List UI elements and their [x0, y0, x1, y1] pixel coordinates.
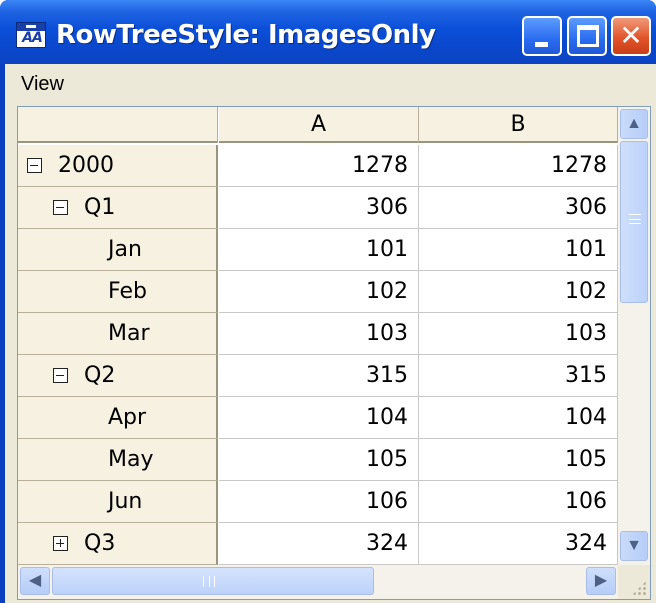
row-label: May: [108, 447, 154, 472]
window-title: RowTreeStyle: ImagesOnly: [56, 20, 436, 50]
cell-a[interactable]: 105: [219, 439, 419, 481]
horizontal-scrollbar[interactable]: ◀ ▶: [18, 565, 618, 599]
cell-b[interactable]: 306: [419, 187, 618, 229]
row-header[interactable]: Q3: [18, 523, 218, 565]
cell-b[interactable]: 106: [419, 481, 618, 523]
close-icon: ✕: [619, 19, 643, 52]
table-row[interactable]: Mar 103 103: [18, 313, 618, 355]
scroll-down-button[interactable]: ▼: [620, 531, 648, 561]
table-row[interactable]: Jun 106 106: [18, 481, 618, 523]
cell-a[interactable]: 102: [219, 271, 419, 313]
arrow-left-icon: ◀: [28, 572, 42, 589]
row-label: Jun: [108, 489, 143, 514]
flexgrid[interactable]: A B 2000 1278 1278 Q1 306 306 Jan 101 10…: [17, 106, 651, 600]
row-header[interactable]: May: [18, 439, 218, 481]
application-window: AA RowTreeStyle: ImagesOnly ✕ View A B 2: [0, 0, 656, 603]
cell-a[interactable]: 101: [219, 229, 419, 271]
table-row[interactable]: 2000 1278 1278: [18, 145, 618, 187]
row-header[interactable]: Q1: [18, 187, 218, 229]
vertical-scrollbar[interactable]: ▲ ▼: [618, 107, 650, 565]
cell-b[interactable]: 1278: [419, 145, 618, 187]
menu-view[interactable]: View: [21, 72, 64, 96]
menu-bar: View: [5, 64, 656, 104]
cell-b[interactable]: 315: [419, 355, 618, 397]
arrow-down-icon: ▼: [626, 537, 642, 554]
row-label: Jan: [108, 237, 142, 262]
minimize-icon: [535, 42, 548, 47]
app-icon[interactable]: AA: [16, 22, 46, 48]
row-label: Mar: [108, 321, 150, 346]
minus-box-icon[interactable]: [27, 158, 42, 173]
table-row[interactable]: Feb 102 102: [18, 271, 618, 313]
row-header[interactable]: Feb: [18, 271, 218, 313]
cell-b[interactable]: 103: [419, 313, 618, 355]
row-label: Apr: [108, 405, 147, 430]
row-label: Q3: [84, 531, 116, 556]
cell-a[interactable]: 103: [219, 313, 419, 355]
cell-a[interactable]: 1278: [219, 145, 419, 187]
row-label: Q2: [84, 363, 116, 388]
plus-box-icon[interactable]: [53, 536, 68, 551]
minus-box-icon[interactable]: [53, 200, 68, 215]
minus-box-icon[interactable]: [53, 368, 68, 383]
row-label: Q1: [84, 195, 116, 220]
row-header[interactable]: Apr: [18, 397, 218, 439]
cell-a[interactable]: 315: [219, 355, 419, 397]
size-grip[interactable]: [618, 565, 650, 599]
cell-b[interactable]: 101: [419, 229, 618, 271]
grid-rows: 2000 1278 1278 Q1 306 306 Jan 101 101 Fe…: [18, 145, 618, 565]
minimize-button[interactable]: [522, 16, 562, 56]
row-header[interactable]: 2000: [18, 145, 218, 187]
cell-b[interactable]: 105: [419, 439, 618, 481]
table-row[interactable]: Apr 104 104: [18, 397, 618, 439]
column-header-a[interactable]: A: [219, 107, 419, 143]
row-header[interactable]: Mar: [18, 313, 218, 355]
cell-a[interactable]: 106: [219, 481, 419, 523]
scroll-up-button[interactable]: ▲: [620, 109, 648, 139]
row-label: 2000: [58, 153, 114, 178]
row-header[interactable]: Jan: [18, 229, 218, 271]
table-row[interactable]: Jan 101 101: [18, 229, 618, 271]
vertical-scroll-thumb[interactable]: [620, 141, 648, 303]
arrow-up-icon: ▲: [626, 115, 642, 132]
arrow-right-icon: ▶: [594, 572, 608, 589]
table-row[interactable]: Q2 315 315: [18, 355, 618, 397]
horizontal-scroll-thumb[interactable]: [52, 567, 374, 595]
scroll-right-button[interactable]: ▶: [586, 567, 616, 595]
maximize-icon: [577, 25, 599, 47]
row-header[interactable]: Jun: [18, 481, 218, 523]
row-label: Feb: [108, 279, 147, 304]
title-bar[interactable]: AA RowTreeStyle: ImagesOnly ✕: [0, 0, 656, 64]
cell-a[interactable]: 104: [219, 397, 419, 439]
cell-b[interactable]: 324: [419, 523, 618, 565]
scroll-left-button[interactable]: ◀: [20, 567, 50, 595]
client-area: View A B 2000 1278 1278 Q1 306 306 Jan 1…: [5, 64, 656, 603]
maximize-button[interactable]: [567, 16, 607, 56]
row-header[interactable]: Q2: [18, 355, 218, 397]
cell-b[interactable]: 102: [419, 271, 618, 313]
cell-a[interactable]: 306: [219, 187, 419, 229]
table-row[interactable]: Q1 306 306: [18, 187, 618, 229]
close-button[interactable]: ✕: [611, 16, 651, 56]
grid-corner-cell[interactable]: [18, 107, 218, 143]
cell-a[interactable]: 324: [219, 523, 419, 565]
cell-b[interactable]: 104: [419, 397, 618, 439]
column-header-b[interactable]: B: [419, 107, 618, 143]
table-row[interactable]: Q3 324 324: [18, 523, 618, 565]
table-row[interactable]: May 105 105: [18, 439, 618, 481]
